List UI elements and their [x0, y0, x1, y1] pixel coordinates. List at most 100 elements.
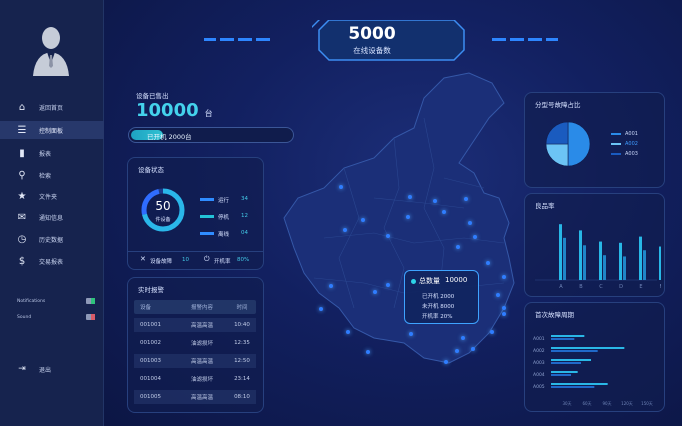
map-tooltip: 总数量 10000 已开机 2000 未开机 8000 开机率 20%: [404, 270, 479, 324]
pie-slice[interactable]: [545, 121, 569, 145]
cycle-bar[interactable]: [551, 362, 581, 364]
map-device-dot[interactable]: [496, 293, 500, 297]
yield-bar[interactable]: [623, 256, 626, 280]
map-device-dot[interactable]: [433, 199, 437, 203]
cycle-tick-label: 30天: [562, 401, 571, 406]
map-device-dot[interactable]: [343, 228, 347, 232]
map-device-dot[interactable]: [502, 275, 506, 279]
table-row[interactable]: 001003 高温高温 12:50: [134, 354, 256, 368]
yield-tick-label: F: [660, 284, 661, 290]
yield-bar[interactable]: [583, 245, 586, 280]
sidebar-item[interactable]: ⚲ 检索: [0, 166, 104, 184]
map-device-dot[interactable]: [461, 336, 465, 340]
logout-label: 退出: [39, 366, 52, 374]
sidebar-item-label: 历史数据: [39, 236, 64, 244]
logout-button[interactable]: ⇥ 退出: [0, 360, 104, 378]
notifications-switch[interactable]: [86, 298, 95, 304]
yield-bar[interactable]: [603, 255, 606, 280]
yield-bar[interactable]: [563, 237, 566, 280]
table-row[interactable]: 001002 油滤损坏 12:35: [134, 336, 256, 350]
map-device-dot[interactable]: [444, 360, 448, 364]
legend-swatch: [200, 232, 214, 235]
map-device-dot[interactable]: [366, 350, 370, 354]
map-device-dot[interactable]: [502, 306, 506, 310]
map-device-dot[interactable]: [486, 261, 490, 265]
cycle-title: 首次故障周期: [535, 311, 574, 319]
cycle-bar[interactable]: [551, 374, 571, 376]
sound-switch[interactable]: [86, 314, 95, 320]
map-device-dot[interactable]: [473, 235, 477, 239]
cycle-bar[interactable]: [551, 350, 598, 352]
sidebar-item[interactable]: ◷ 历史数据: [0, 230, 104, 248]
sound-label: Sound: [17, 314, 32, 320]
pie-title: 分型号故障占比: [535, 101, 581, 109]
col-device: 设备: [140, 305, 152, 311]
map-device-dot[interactable]: [373, 290, 377, 294]
table-row[interactable]: 001004 油滤损坏 23:14: [134, 372, 256, 386]
yield-bar[interactable]: [579, 230, 582, 280]
map-device-dot[interactable]: [468, 221, 472, 225]
cycle-category-label: A001: [533, 336, 545, 342]
sidebar-item[interactable]: ☰ 控制面板: [0, 121, 104, 139]
map-device-dot[interactable]: [409, 332, 413, 336]
cycle-bar[interactable]: [551, 335, 585, 337]
sidebar-item[interactable]: ⌂ 返回首页: [0, 98, 104, 116]
legend-swatch: [200, 215, 214, 218]
sidebar-item-label: 返回首页: [39, 104, 64, 112]
pie-legend-label: A002: [625, 141, 638, 147]
map-device-dot[interactable]: [408, 195, 412, 199]
notifications-label: Notifications: [17, 298, 46, 304]
list-icon: ☰: [17, 124, 27, 136]
yield-bar[interactable]: [659, 246, 661, 280]
yield-bar[interactable]: [559, 224, 562, 280]
legend-value: 34: [241, 196, 248, 202]
table-row[interactable]: 001001 高温高温 10:40: [134, 318, 256, 332]
map-device-dot[interactable]: [502, 312, 506, 316]
alarm-panel: 实时报警 设备 报警内容 时间 001001 高温高温 10:40 001002 油滤损…: [127, 277, 264, 413]
map-device-dot[interactable]: [386, 234, 390, 238]
cycle-bar[interactable]: [551, 386, 595, 388]
sidebar-item[interactable]: ★ 文件夹: [0, 187, 104, 205]
sidebar-item[interactable]: $ 交易报表: [0, 252, 104, 270]
pie-legend-swatch: [611, 153, 621, 155]
sidebar-item-label: 报表: [39, 150, 52, 158]
cycle-bar[interactable]: [551, 371, 578, 373]
map-device-dot[interactable]: [456, 245, 460, 249]
cycle-tick-label: 90天: [602, 401, 611, 406]
pie-slice[interactable]: [545, 143, 569, 167]
sold-progress-label: 已开机 2000台: [147, 133, 192, 141]
cycle-bar[interactable]: [551, 383, 608, 385]
table-cell: 001001: [140, 322, 161, 328]
map-device-dot[interactable]: [361, 218, 365, 222]
pie-slice[interactable]: [567, 121, 591, 167]
table-row[interactable]: 001005 高温高温 08:10: [134, 390, 256, 404]
map-device-dot[interactable]: [339, 185, 343, 189]
map-device-dot[interactable]: [442, 210, 446, 214]
power-label: 开机率: [214, 259, 231, 265]
map-device-dot[interactable]: [329, 284, 333, 288]
map-device-dot[interactable]: [464, 197, 468, 201]
sidebar: ⌂ 返回首页 ☰ 控制面板 ▮ 报表 ⚲ 检索 ★ 文件夹 ✉ 通知信息 ◷ 历史数据 $ 交易报表 Noti…: [0, 0, 104, 426]
yield-bar[interactable]: [599, 241, 602, 280]
map-device-dot[interactable]: [386, 283, 390, 287]
sold-unit: 台: [204, 109, 213, 118]
tooltip-dot-icon: [411, 279, 416, 284]
yield-bar[interactable]: [619, 242, 622, 280]
user-avatar[interactable]: [23, 20, 79, 76]
map-device-dot[interactable]: [319, 307, 323, 311]
sidebar-item[interactable]: ✉ 通知信息: [0, 208, 104, 226]
sold-label: 设备已售出: [136, 92, 169, 100]
map-device-dot[interactable]: [346, 330, 350, 334]
map-device-dot[interactable]: [455, 349, 459, 353]
cycle-bar[interactable]: [551, 347, 625, 349]
map-device-dot[interactable]: [406, 215, 410, 219]
yield-bar[interactable]: [639, 236, 642, 280]
yield-panel: 良品率 A B C D E F: [524, 193, 665, 297]
table-cell: 油滤损坏: [190, 377, 213, 383]
sidebar-item[interactable]: ▮ 报表: [0, 144, 104, 162]
map-device-dot[interactable]: [471, 347, 475, 351]
yield-bar[interactable]: [643, 250, 646, 280]
cycle-bar[interactable]: [551, 338, 575, 340]
cycle-bar[interactable]: [551, 359, 591, 361]
map-device-dot[interactable]: [490, 330, 494, 334]
